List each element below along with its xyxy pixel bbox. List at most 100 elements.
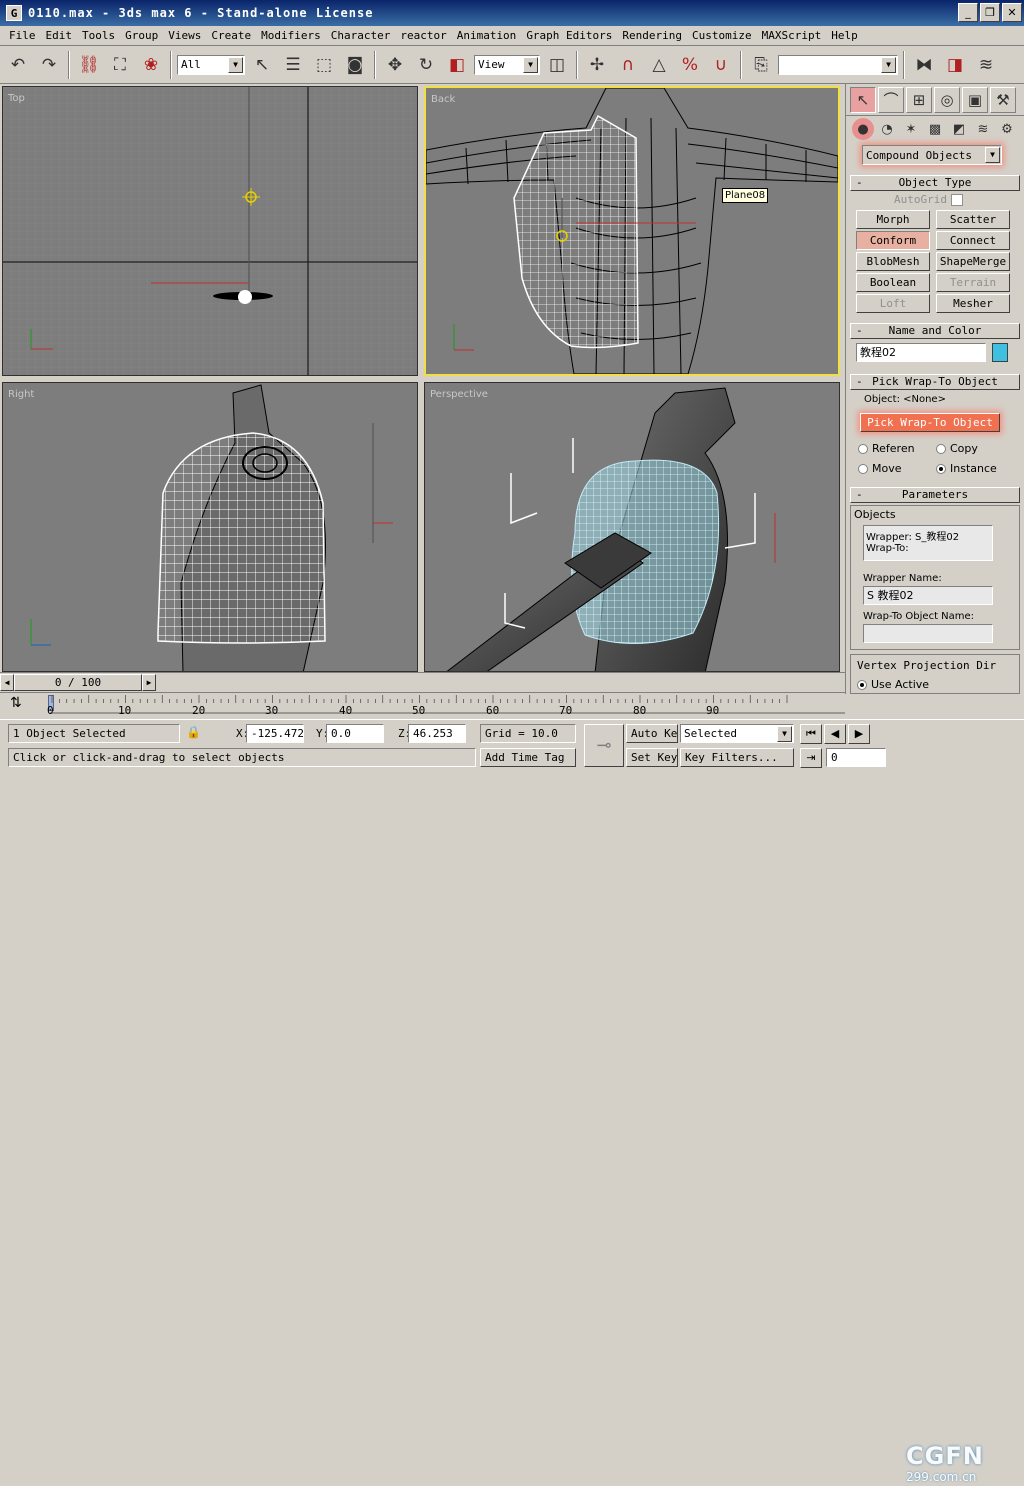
menu-group[interactable]: Group [120,29,163,42]
link-icon[interactable]: ⛓ [75,50,103,80]
restore-button[interactable]: ❐ [980,3,1000,22]
viewport-top[interactable]: Top [2,86,418,376]
named-selection-sets-dropdown[interactable]: ▼ [778,54,898,75]
list-item[interactable]: Wrapper: S_教程02 [866,528,990,543]
wrapper-name-field[interactable]: S 教程02 [863,586,993,605]
utilities-tab-icon[interactable]: ⚒ [990,86,1016,113]
autogrid-checkbox[interactable]: AutoGrid [894,193,1024,206]
spinner-snap-icon[interactable]: ∪ [707,50,735,80]
instance-radio[interactable]: Instance [936,462,1014,475]
terrain-button[interactable]: Terrain [936,273,1010,292]
time-prev-icon[interactable]: ◀ [0,674,14,691]
time-slider-thumb[interactable]: 0 / 100 [14,674,142,691]
rotate-icon[interactable]: ↻ [412,50,440,80]
morph-button[interactable]: Morph [856,210,930,229]
undo-icon[interactable]: ↶ [4,50,32,80]
viewport-label[interactable]: Top [8,93,25,104]
menu-animation[interactable]: Animation [452,29,522,42]
motion-tab-icon[interactable]: ◎ [934,86,960,113]
mirror-icon[interactable]: ⧓ [910,50,938,80]
name-color-rollout[interactable]: - Name and Color [850,323,1020,339]
object-type-rollout[interactable]: - Object Type [850,175,1020,191]
viewport-label[interactable]: Back [431,94,455,105]
menu-edit[interactable]: Edit [41,29,78,42]
y-coordinate-field[interactable]: 0.0 [326,724,384,743]
layer-manager-icon[interactable]: ≋ [972,50,1000,80]
scatter-button[interactable]: Scatter [936,210,1010,229]
menu-help[interactable]: Help [826,29,863,42]
helpers-icon[interactable]: ◩ [948,118,970,140]
menu-modifiers[interactable]: Modifiers [256,29,326,42]
prev-frame-icon[interactable]: ◀ [824,724,846,744]
viewport-right[interactable]: Right [2,382,418,672]
systems-icon[interactable]: ⚙ [996,118,1018,140]
boolean-button[interactable]: Boolean [856,273,930,292]
object-name-field[interactable]: 教程02 [856,343,986,362]
align-icon[interactable]: ◨ [941,50,969,80]
snaps-toggle-icon[interactable]: ∩ [614,50,642,80]
cameras-icon[interactable]: ▩ [924,118,946,140]
menu-create[interactable]: Create [206,29,256,42]
select-manipulate-icon[interactable]: ✢ [583,50,611,80]
wrapto-name-field[interactable] [863,624,993,643]
key-mode-toggle-icon[interactable]: ⇥ [800,748,822,768]
named-selection-icon[interactable]: ⎘ [747,50,775,80]
connect-button[interactable]: Connect [936,231,1010,250]
minimize-button[interactable]: _ [958,3,978,22]
modify-tab-icon[interactable]: ⌒ [878,86,904,113]
object-color-swatch[interactable] [992,343,1008,362]
play-icon[interactable]: ▶ [848,724,870,744]
auto-key-button[interactable]: Auto Key [626,724,678,743]
viewport-perspective[interactable]: Perspective [424,382,840,672]
reference-radio[interactable]: Referen [858,442,936,455]
z-coordinate-field[interactable]: 46.253 [408,724,466,743]
angle-snap-icon[interactable]: △ [645,50,673,80]
menu-character[interactable]: Character [326,29,396,42]
hierarchy-tab-icon[interactable]: ⊞ [906,86,932,113]
objects-list[interactable]: Wrapper: S_教程02 Wrap-To: [863,525,993,561]
menu-reactor[interactable]: reactor [395,29,451,42]
menu-tools[interactable]: Tools [77,29,120,42]
viewport-label[interactable]: Right [8,389,34,400]
menu-maxscript[interactable]: MAXScript [757,29,827,42]
geometry-icon[interactable]: ● [852,118,874,140]
trackbar[interactable]: ⇅ 0 10 20 30 40 50 60 70 80 90 [0,692,845,718]
rectangular-selection-icon[interactable]: ⬚ [310,50,338,80]
pick-wrapto-rollout[interactable]: - Pick Wrap-To Object [850,374,1020,390]
loft-button[interactable]: Loft [856,294,930,313]
redo-icon[interactable]: ↷ [35,50,63,80]
goto-start-icon[interactable]: ⏮ [800,724,822,744]
move-icon[interactable]: ✥ [381,50,409,80]
pivot-center-icon[interactable]: ◫ [543,50,571,80]
add-time-tag[interactable]: Add Time Tag [480,748,576,767]
shapes-icon[interactable]: ◔ [876,118,898,140]
window-crossing-icon[interactable]: ◙ [341,50,369,80]
display-tab-icon[interactable]: ▣ [962,86,988,113]
menu-rendering[interactable]: Rendering [617,29,687,42]
menu-customize[interactable]: Customize [687,29,757,42]
lights-icon[interactable]: ✶ [900,118,922,140]
percent-snap-icon[interactable]: % [676,50,704,80]
key-mode-dropdown[interactable]: Selected ▼ [680,724,794,743]
time-next-icon[interactable]: ▶ [142,674,156,691]
copy-radio[interactable]: Copy [936,442,1014,455]
pick-wrapto-button[interactable]: Pick Wrap-To Object [860,413,1000,432]
create-tab-icon[interactable]: ↖ [850,86,876,113]
blobmesh-button[interactable]: BlobMesh [856,252,930,271]
mesher-button[interactable]: Mesher [936,294,1010,313]
move-radio[interactable]: Move [858,462,936,475]
parameters-rollout[interactable]: - Parameters [850,487,1020,503]
spacewarps-icon[interactable]: ≋ [972,118,994,140]
x-coordinate-field[interactable]: -125.472 [246,724,304,743]
menu-graph-editors[interactable]: Graph Editors [521,29,617,42]
reference-coordinate-dropdown[interactable]: View ▼ [474,54,540,75]
key-filters-button[interactable]: Key Filters... [680,748,794,767]
set-key-button[interactable]: Set Key [626,748,678,767]
select-object-icon[interactable]: ↖ [248,50,276,80]
list-item[interactable]: Wrap-To: [866,543,990,554]
current-frame-field[interactable]: 0 [826,748,886,767]
scale-icon[interactable]: ◧ [443,50,471,80]
menu-file[interactable]: File [4,29,41,42]
menu-views[interactable]: Views [163,29,206,42]
unlink-icon[interactable]: ⛶ [106,50,134,80]
